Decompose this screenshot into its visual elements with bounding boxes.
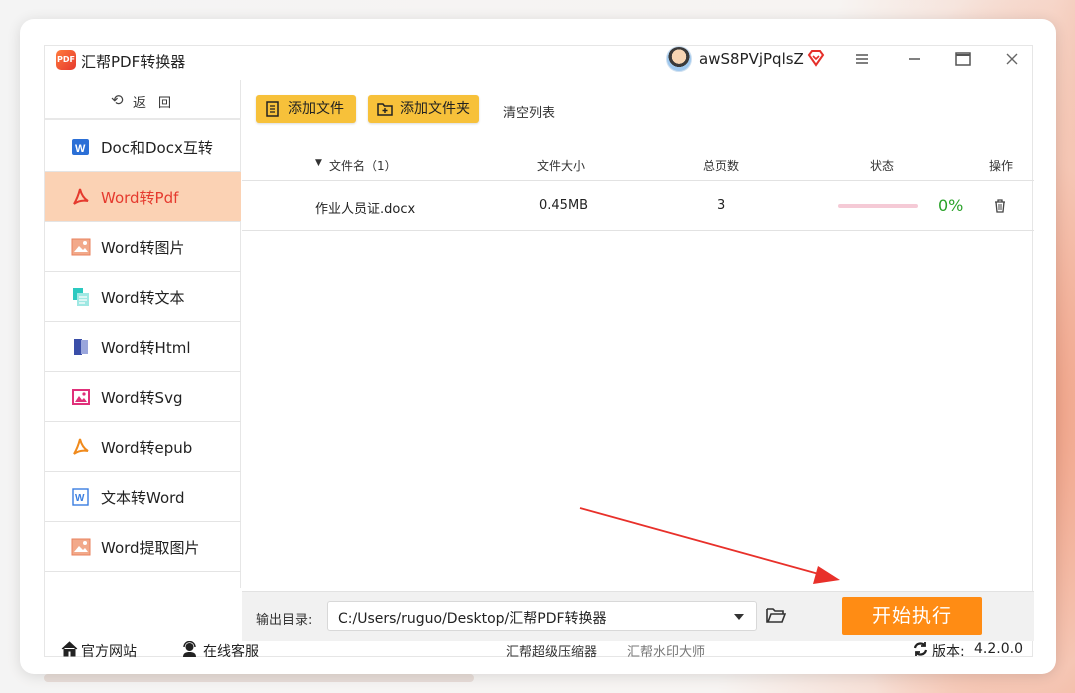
main-panel: 添加文件 添加文件夹 清空列表 ▼ 文件名（1） 文件大小 总页数 状态 操作 … (242, 80, 1034, 588)
book-icon (74, 339, 88, 355)
svg-text:W: W (75, 143, 86, 155)
close-icon[interactable] (1001, 48, 1023, 70)
add-folder-label: 添加文件夹 (400, 101, 470, 117)
sidebar-item-word-html[interactable]: Word转Html (45, 322, 241, 372)
title-bar: PDF 汇帮PDF转换器 awS8PVjPqlsZ (45, 46, 1034, 80)
refresh-icon[interactable] (912, 641, 929, 657)
back-button[interactable]: ⟲ 返回 (45, 80, 241, 120)
sidebar-item-label: Word转epub (101, 439, 193, 457)
cell-filename: 作业人员证.docx (315, 202, 416, 217)
add-file-icon (266, 101, 279, 117)
progress-percent: 0% (938, 196, 964, 215)
customer-service-icon[interactable] (181, 641, 198, 657)
sort-desc-icon[interactable]: ▼ (315, 158, 322, 168)
add-file-label: 添加文件 (288, 101, 344, 117)
sidebar-item-label: Word转Pdf (101, 189, 179, 207)
header-size: 文件大小 (537, 159, 586, 173)
add-folder-button[interactable]: 添加文件夹 (368, 95, 479, 123)
website-link[interactable]: 官方网站 (81, 641, 137, 661)
table-header: ▼ 文件名（1） 文件大小 总页数 状态 操作 (242, 148, 1034, 181)
cell-pages: 3 (717, 198, 726, 213)
sidebar: ⟲ 返回 W Doc和Docx互转 Word转Pdf Word转图片 Word转… (45, 80, 241, 588)
header-action: 操作 (989, 159, 1014, 173)
output-path-select[interactable]: C:/Users/ruguo/Desktop/汇帮PDF转换器 (327, 601, 757, 631)
sidebar-item-word-extract-image[interactable]: Word提取图片 (45, 522, 241, 572)
clear-list-button[interactable]: 清空列表 (503, 102, 555, 121)
add-folder-icon (377, 103, 393, 116)
word-icon: W (72, 488, 89, 506)
sidebar-item-word-pdf[interactable]: Word转Pdf (45, 172, 241, 222)
text-doc-icon (73, 288, 89, 306)
pdf-icon (73, 188, 89, 205)
home-icon[interactable] (61, 641, 78, 657)
start-button[interactable]: 开始执行 (842, 597, 982, 635)
maximize-icon[interactable] (952, 48, 974, 70)
background-bar (44, 674, 474, 682)
trash-icon[interactable] (992, 198, 1008, 214)
sidebar-item-label: 文本转Word (101, 489, 185, 507)
service-link[interactable]: 在线客服 (203, 641, 259, 661)
vip-diamond-icon[interactable] (807, 49, 825, 67)
pdf-icon (73, 438, 89, 455)
header-filename[interactable]: 文件名（1） (329, 157, 397, 174)
menu-icon[interactable] (851, 48, 873, 70)
avatar[interactable] (666, 46, 692, 72)
sidebar-item-word-image[interactable]: Word转图片 (45, 222, 241, 272)
version-number: 4.2.0.0 (974, 641, 1023, 657)
sidebar-item-label: Word转图片 (101, 239, 185, 257)
image-icon (71, 538, 91, 556)
back-arrow-icon: ⟲ (111, 91, 124, 109)
chevron-down-icon (734, 614, 744, 620)
sidebar-item-label: Word转Html (101, 339, 191, 357)
footer: 官方网站 在线客服 汇帮超级压缩器 汇帮水印大师 版本: 4.2.0.0 (45, 641, 1034, 661)
cell-size: 0.45MB (539, 198, 589, 213)
sidebar-item-label: Word提取图片 (101, 539, 200, 557)
sidebar-item-doc-docx[interactable]: W Doc和Docx互转 (45, 122, 241, 172)
progress-bar (838, 204, 918, 208)
image-icon (72, 389, 90, 405)
output-bar: 输出目录: C:/Users/ruguo/Desktop/汇帮PDF转换器 开始… (242, 591, 1034, 641)
header-pages: 总页数 (703, 159, 740, 173)
folder-open-icon[interactable] (766, 606, 786, 624)
sidebar-item-label: Word转文本 (101, 289, 185, 307)
sidebar-item-label: Word转Svg (101, 389, 183, 407)
minimize-icon[interactable] (903, 48, 925, 70)
word-icon: W (72, 139, 89, 155)
app-logo-icon: PDF (56, 50, 76, 70)
sidebar-item-word-text[interactable]: Word转文本 (45, 272, 241, 322)
table-row[interactable]: 作业人员证.docx 0.45MB 3 0% (242, 181, 1034, 231)
watermark-link[interactable]: 汇帮水印大师 (627, 641, 705, 660)
username[interactable]: awS8PVjPqlsZ (699, 50, 804, 68)
app-title: 汇帮PDF转换器 (81, 53, 186, 71)
output-path-value: C:/Users/ruguo/Desktop/汇帮PDF转换器 (338, 611, 607, 627)
sidebar-item-word-svg[interactable]: Word转Svg (45, 372, 241, 422)
svg-text:W: W (75, 493, 85, 504)
sidebar-item-word-epub[interactable]: Word转epub (45, 422, 241, 472)
image-icon (71, 238, 91, 256)
app-frame: PDF 汇帮PDF转换器 awS8PVjPqlsZ ⟲ 返回 W Doc和Doc… (44, 45, 1034, 661)
add-file-button[interactable]: 添加文件 (256, 95, 356, 123)
sidebar-item-text-word[interactable]: W 文本转Word (45, 472, 241, 522)
version-label: 版本: (932, 644, 965, 660)
back-label: 返回 (133, 96, 184, 111)
sidebar-item-label: Doc和Docx互转 (101, 139, 213, 157)
app-window: PDF 汇帮PDF转换器 awS8PVjPqlsZ ⟲ 返回 W Doc和Doc… (20, 19, 1056, 674)
compressor-link[interactable]: 汇帮超级压缩器 (506, 641, 597, 660)
header-status: 状态 (870, 159, 895, 173)
output-label: 输出目录: (256, 613, 313, 628)
